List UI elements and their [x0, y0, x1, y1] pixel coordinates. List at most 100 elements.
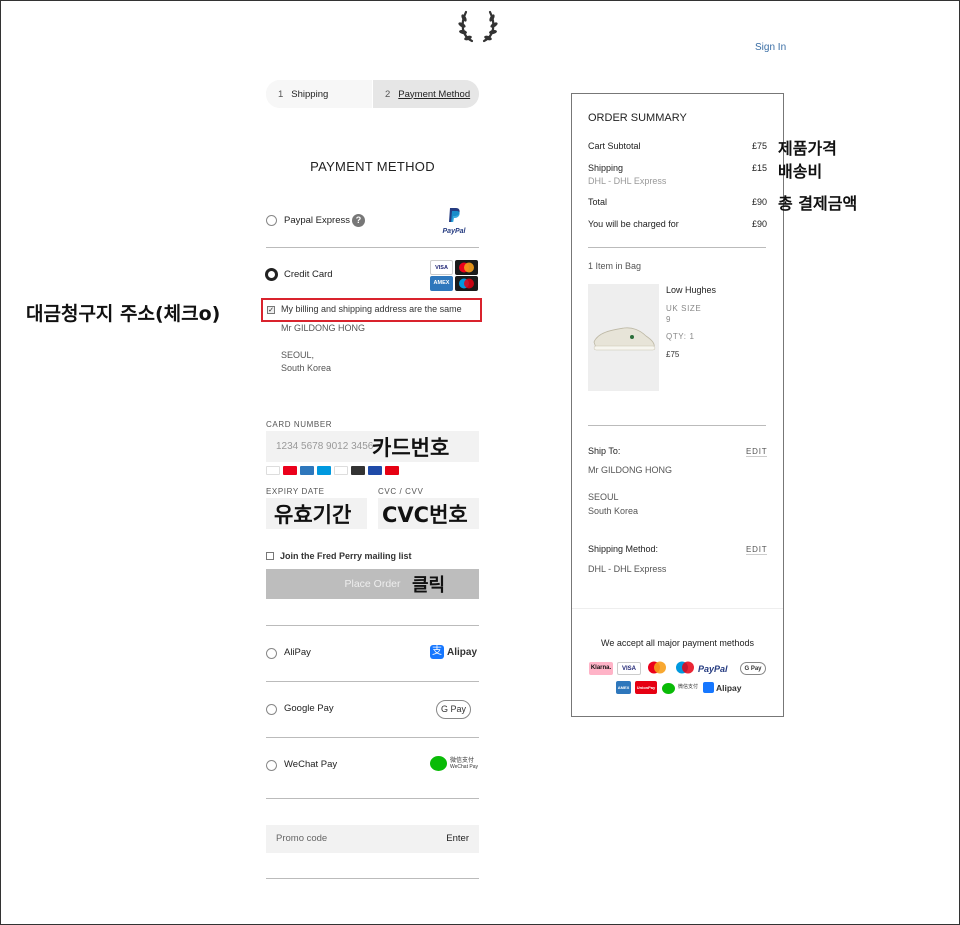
paypal-logo: PayPal: [438, 207, 470, 235]
annotation-cvc: CVC번호: [382, 503, 468, 527]
annotation-total: 총 결제금액: [778, 194, 858, 213]
wechat-pay-label: WeChat Pay: [284, 759, 338, 770]
product-size-value: 9: [666, 315, 672, 324]
divider: [588, 247, 766, 248]
credit-card-radio[interactable]: [265, 268, 278, 281]
sign-in-link[interactable]: Sign In: [755, 42, 786, 53]
paypal-label: Paypal Express: [284, 215, 351, 226]
annotation-billing-check: 대금청구지 주소(체크o): [26, 303, 221, 325]
page-title: PAYMENT METHOD: [310, 159, 435, 174]
divider: [266, 625, 479, 626]
step-number: 2: [385, 88, 391, 100]
charged-label: You will be charged for: [588, 219, 679, 229]
alipay-label: AliPay: [284, 647, 311, 658]
annotation-card-number: 카드번호: [372, 436, 450, 460]
amex-icon: [300, 466, 314, 475]
step-shipping[interactable]: 1 Shipping: [266, 80, 373, 108]
divider: [266, 681, 479, 682]
wechat-pay-radio[interactable]: [266, 760, 277, 771]
promo-code-label: Promo code: [276, 833, 328, 844]
unionpay-icon: [385, 466, 399, 475]
promo-enter-button[interactable]: Enter: [446, 833, 469, 844]
promo-code-field[interactable]: Promo code Enter: [266, 825, 479, 853]
ship-to-edit-link[interactable]: EDIT: [746, 447, 768, 457]
klarna-badge: Klarna.: [589, 662, 613, 675]
step-label: Shipping: [291, 88, 329, 100]
alipay-badge: Alipay: [716, 683, 742, 693]
diners-icon: [334, 466, 348, 475]
shipping-method-value: DHL - DHL Express: [588, 564, 667, 574]
subtotal-label: Cart Subtotal: [588, 141, 641, 151]
credit-card-label: Credit Card: [284, 269, 333, 280]
total-label: Total: [588, 197, 608, 207]
shipping-label: Shipping: [588, 163, 624, 173]
amex-badge: AMEX: [616, 681, 631, 694]
subtotal-value: £75: [752, 141, 768, 151]
items-count: 1 Item in Bag: [588, 261, 642, 271]
shipping-method-sub: DHL - DHL Express: [588, 176, 667, 186]
visa-logo: VISA: [430, 260, 453, 275]
maestro-logo: [455, 276, 478, 291]
annotation-expiry: 유효기간: [274, 503, 352, 527]
card-number-placeholder: 1234 5678 9012 3456: [276, 441, 374, 452]
checkout-steps: 1 Shipping 2 Payment Method: [266, 80, 479, 108]
order-summary-panel: [571, 93, 784, 717]
step-number: 1: [278, 88, 284, 100]
billing-name: Mr GILDONG HONG: [281, 323, 366, 333]
help-icon[interactable]: ?: [352, 214, 365, 227]
paypal-badge: PayPal: [698, 664, 728, 674]
unionpay-badge: UnionPay: [635, 681, 657, 694]
alipay-logo: 支 Alipay: [430, 645, 477, 659]
mastercard-badge: [648, 661, 666, 674]
alipay-radio[interactable]: [266, 648, 277, 659]
maestro-badge: [676, 661, 694, 674]
google-pay-radio[interactable]: [266, 704, 277, 715]
divider: [266, 737, 479, 738]
place-order-button[interactable]: Place Order: [266, 569, 479, 599]
shipping-method-edit-link[interactable]: EDIT: [746, 545, 768, 555]
billing-same-label: My billing and shipping address are the …: [281, 304, 462, 314]
google-pay-logo: G Pay: [436, 700, 471, 719]
shipping-value: £15: [752, 163, 768, 173]
mailing-list-label: Join the Fred Perry mailing list: [280, 551, 412, 561]
jcb-icon: [368, 466, 382, 475]
ship-to-name: Mr GILDONG HONG: [588, 465, 673, 475]
divider: [266, 798, 479, 799]
step-payment-method[interactable]: 2 Payment Method: [373, 80, 479, 108]
amex-logo: AMEX: [430, 276, 453, 291]
billing-same-checkbox[interactable]: ✓: [267, 306, 275, 314]
visa-badge: VISA: [617, 662, 641, 675]
ship-to-label: Ship To:: [588, 446, 621, 456]
wechat-badge: 微信支付: [678, 684, 699, 690]
accepted-cards-row: [266, 466, 399, 475]
ship-to-city: SEOUL: [588, 492, 619, 502]
paypal-radio[interactable]: [266, 215, 277, 226]
step-label: Payment Method: [398, 88, 471, 100]
charged-value: £90: [752, 219, 768, 229]
wechat-badge-icon: [662, 683, 675, 694]
total-value: £90: [752, 197, 768, 207]
order-summary-title: ORDER SUMMARY: [588, 112, 687, 124]
product-size-label: UK SIZE: [666, 304, 702, 313]
product-image[interactable]: [588, 284, 659, 391]
alipay-logo-text: Alipay: [447, 646, 478, 658]
product-qty: QTY: 1: [666, 332, 695, 341]
maestro-icon: [317, 466, 331, 475]
wechat-pay-logo: 微信支付 WeChat Pay: [430, 756, 478, 771]
alipay-badge-icon: [703, 682, 714, 693]
laurel-wreath-icon[interactable]: [458, 8, 498, 44]
mailing-list-checkbox[interactable]: [266, 552, 274, 560]
billing-country: South Korea: [281, 363, 332, 373]
annotation-product-price: 제품가격: [778, 139, 837, 158]
shipping-method-label: Shipping Method:: [588, 544, 659, 554]
google-pay-badge: G Pay: [740, 662, 766, 675]
billing-city: SEOUL,: [281, 350, 315, 360]
paypal-logo-text: PayPal: [442, 228, 466, 235]
expiry-label: EXPIRY DATE: [266, 487, 325, 496]
mastercard-icon: [283, 466, 297, 475]
ship-to-country: South Korea: [588, 506, 639, 516]
mastercard-logo: [455, 260, 478, 275]
annotation-click: 클릭: [412, 575, 446, 596]
annotation-shipping-fee: 배송비: [778, 162, 823, 181]
paypal-icon: [449, 208, 460, 222]
